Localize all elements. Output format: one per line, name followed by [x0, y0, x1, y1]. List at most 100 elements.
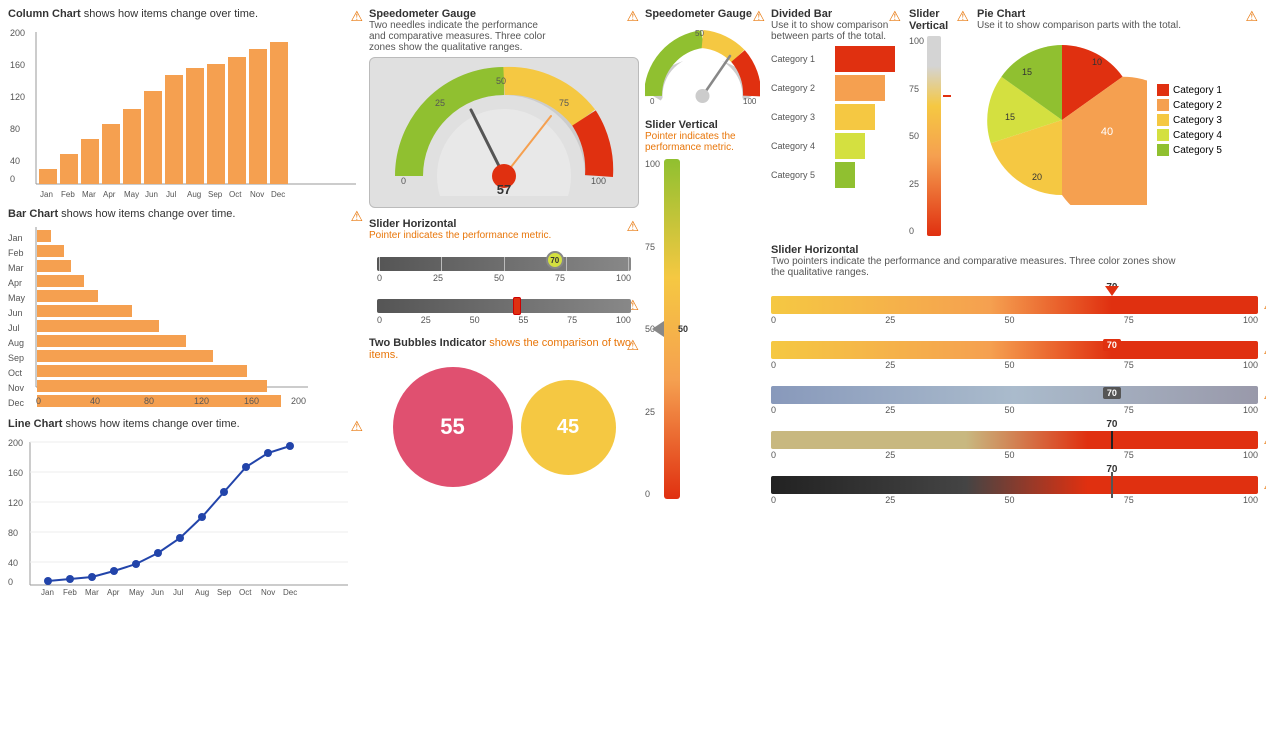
div-bar-label-4: Category 4: [771, 141, 831, 151]
pie-chart-section: Pie Chart Use it to show comparison part…: [977, 8, 1258, 236]
bubbles-title: Two Bubbles Indicator shows the comparis…: [369, 337, 639, 361]
speedometer2-section: Speedometer Gauge ⚠ 0 50 100 70: [645, 8, 765, 107]
bar-chart-svg: Jan Feb Mar Apr May Jun Jul Aug: [8, 222, 358, 407]
speedometer1-desc: Two needles indicate the performanceand …: [369, 20, 639, 53]
sh-row4-marker: [1111, 431, 1113, 449]
svg-text:Sep: Sep: [208, 190, 223, 199]
svg-text:Mar: Mar: [82, 190, 96, 199]
slider-h2-marker: [513, 297, 521, 315]
svg-text:120: 120: [10, 92, 25, 102]
svg-text:15: 15: [1022, 67, 1032, 77]
vslider-right-ylabels: 1007550250: [909, 36, 924, 236]
svg-text:Nov: Nov: [250, 190, 264, 199]
speedometer2-title: Speedometer Gauge: [645, 8, 765, 20]
divided-bar-section: Divided Bar Use it to show comparisonbet…: [771, 8, 901, 236]
vslider-left-desc: Pointer indicates theperformance metric.: [645, 131, 765, 153]
pie-legend-5: Category 5: [1157, 144, 1222, 156]
svg-text:Jul: Jul: [166, 190, 176, 199]
pie-legend: Category 1 Category 2 Category 3 Categor…: [1157, 84, 1222, 156]
vslider-right-track: [927, 36, 941, 236]
svg-text:50: 50: [695, 29, 704, 38]
svg-text:57: 57: [497, 182, 511, 196]
bubbles-section: Two Bubbles Indicator shows the comparis…: [369, 337, 639, 487]
svg-text:40: 40: [1101, 126, 1113, 138]
div-bar-label-1: Category 1: [771, 54, 831, 64]
div-bar-label-3: Category 3: [771, 112, 831, 122]
svg-text:May: May: [124, 190, 139, 199]
svg-text:100: 100: [591, 176, 606, 186]
vslider-left-area: 1007550250 50: [645, 159, 765, 499]
vslider-left-title: Slider Vertical: [645, 119, 765, 131]
svg-text:80: 80: [10, 124, 20, 134]
div-bar-fill-1: [835, 46, 895, 72]
svg-text:Feb: Feb: [61, 190, 75, 199]
div-bar-fill-5: [835, 162, 855, 188]
div-bar-row-5: Category 5: [771, 162, 901, 188]
svg-text:40: 40: [8, 558, 18, 568]
svg-text:200: 200: [10, 28, 25, 38]
bar-chart-title: Bar Chart shows how items change over ti…: [8, 208, 363, 220]
svg-text:0: 0: [401, 176, 406, 186]
vslider-right-section: Slider Vertical ⚠ 1007550250: [909, 8, 969, 236]
svg-text:May: May: [8, 293, 26, 303]
div-bar-fill-2: [835, 75, 885, 101]
slider-h1-track-container: 70 0255075100: [369, 257, 639, 283]
svg-text:0: 0: [650, 97, 655, 104]
vslider-right-area: 1007550250: [909, 36, 969, 236]
svg-text:80: 80: [144, 396, 154, 406]
sh-row4-value: 70: [1106, 419, 1117, 430]
pie-legend-2: Category 2: [1157, 99, 1222, 111]
div-bar-row-3: Category 3: [771, 104, 901, 130]
svg-text:Oct: Oct: [239, 588, 252, 597]
vslider-right-marker: [943, 95, 951, 97]
svg-text:Nov: Nov: [261, 588, 275, 597]
svg-text:Dec: Dec: [283, 588, 297, 597]
pie-legend-4: Category 4: [1157, 129, 1222, 141]
line-chart-svg: 200 160 120 80 40 0: [8, 432, 358, 597]
div-bar-row-4: Category 4: [771, 133, 901, 159]
svg-text:Jul: Jul: [8, 323, 20, 333]
svg-text:May: May: [129, 588, 144, 597]
divided-bar-desc: Use it to show comparisonbetween parts o…: [771, 20, 901, 42]
svg-text:Apr: Apr: [107, 588, 120, 597]
svg-text:200: 200: [8, 438, 23, 448]
svg-text:Mar: Mar: [85, 588, 99, 597]
divided-bar-bars: Category 1 Category 2 Category 3 Categor…: [771, 46, 901, 188]
svg-text:Jun: Jun: [8, 308, 23, 318]
svg-text:Apr: Apr: [8, 278, 22, 288]
sh-row3: 70 ⚠ 0255075100: [771, 386, 1258, 415]
slider-h1-title: Slider Horizontal: [369, 218, 639, 230]
svg-text:Apr: Apr: [103, 190, 116, 199]
sh-row2-value: 70: [1103, 339, 1121, 351]
svg-text:Mar: Mar: [8, 263, 24, 273]
div-bar-label-2: Category 2: [771, 83, 831, 93]
svg-text:100: 100: [743, 97, 757, 104]
vslider-right-warning: ⚠: [956, 8, 969, 25]
sh-row1-arrow: [1105, 286, 1119, 296]
svg-text:20: 20: [1032, 172, 1042, 182]
svg-text:Sep: Sep: [217, 588, 232, 597]
div-bar-fill-3: [835, 104, 875, 130]
vslider-track: 50: [664, 159, 680, 499]
sh-row1-track: [771, 296, 1258, 314]
svg-text:200: 200: [291, 396, 306, 406]
sh-right-desc: Two pointers indicate the performance an…: [771, 256, 1258, 278]
svg-text:50: 50: [496, 76, 506, 86]
svg-text:Jan: Jan: [41, 588, 54, 597]
slider-h2-labels: 025505575100: [377, 315, 631, 325]
sh-row2-labels: 0255075100: [771, 360, 1258, 370]
div-bar-label-5: Category 5: [771, 170, 831, 180]
svg-text:40: 40: [90, 396, 100, 406]
line-chart-title: Line Chart shows how items change over t…: [8, 418, 363, 430]
svg-text:Oct: Oct: [229, 190, 242, 199]
speedometer1-warning: ⚠: [626, 8, 639, 25]
svg-text:160: 160: [10, 60, 25, 70]
svg-text:0: 0: [10, 174, 15, 184]
slider-h1-warning: ⚠: [626, 218, 639, 235]
vslider-pointer: [652, 321, 664, 337]
bubble-55: 55: [393, 367, 513, 487]
sh-row5: 70 ⚠ 0255075100: [771, 476, 1258, 505]
svg-text:Oct: Oct: [8, 368, 23, 378]
slider-h1-labels: 0255075100: [377, 273, 631, 283]
slider-h1-desc: Pointer indicates the performance metric…: [369, 230, 639, 241]
